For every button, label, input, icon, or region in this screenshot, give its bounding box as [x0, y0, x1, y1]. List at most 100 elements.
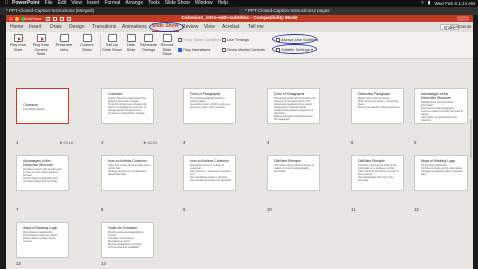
hide-slide-button[interactable]: Hide Slide [123, 34, 139, 52]
save-icon[interactable] [53, 16, 57, 21]
show-media-controls-label: Show Media Controls [227, 47, 266, 52]
slide-thumbnail-12[interactable]: Ways of Marking Logic Continuous relatio… [414, 155, 468, 191]
set-up-slide-show-button[interactable]: Set Up Slide Show [102, 34, 122, 52]
slide-bullet: Improve flow and readability [108, 246, 140, 249]
slide-thumbnail-10[interactable]: Old/New Principle Information that is al… [267, 155, 320, 191]
custom-show-label: Custom Show [80, 42, 94, 52]
menu-view[interactable]: View [71, 0, 82, 7]
slide-thumbnail-14[interactable]: Goals for Cohesion Rewrite sentence/para… [101, 222, 154, 258]
play-narrations-checkbox[interactable]: Play Narrations [178, 47, 210, 52]
slide-number: 3 [183, 140, 186, 145]
setup-icon [107, 34, 117, 42]
tab-animations[interactable]: Animations [122, 22, 147, 32]
menu-help[interactable]: Help [218, 0, 228, 7]
slide-bullet: New information after that in the senten… [358, 176, 394, 182]
slide-thumbnail-2[interactable]: Cohesion Goal to help the readers follow… [101, 88, 154, 124]
background-window-right-title: * PPT-Closed-Caption-Instructions2 pages [245, 8, 330, 13]
presenter-view-label: Presenter View [55, 42, 73, 52]
set-up-slide-show-label: Set Up Slide Show [102, 42, 122, 52]
slide-title: Cohesion [108, 92, 123, 96]
play-from-start-button[interactable]: Play from Start [8, 34, 28, 52]
slide-thumbnail-5[interactable]: Deductive Paragraph Begins with a topic … [351, 88, 404, 124]
battery-icon[interactable]: ▮ [428, 0, 431, 7]
tab-draw[interactable]: Draw [50, 22, 62, 32]
window-title-bar: AutoSave Cohesion_intro-with-subtitles -… [6, 15, 473, 22]
slide-bullet: Contiguous material relate in opposite w… [421, 170, 463, 176]
powerpoint-window: AutoSave Cohesion_intro-with-subtitles -… [6, 15, 473, 269]
menu-insert[interactable]: Insert [87, 0, 100, 7]
slide-title: Old/New Principle [274, 159, 301, 163]
background-window-left-title: * PPT-Closed-Caption-Instructions (Merge… [6, 8, 95, 13]
tab-review[interactable]: Review [182, 22, 198, 32]
menu-clock[interactable]: Wed Feb 6 1:14 AM [434, 0, 475, 7]
slide-title: How to Achieve Cohesion [108, 159, 147, 163]
presenter-view-button[interactable]: Presenter View [54, 34, 74, 52]
hide-slide-icon [126, 34, 136, 42]
menu-file[interactable]: File [45, 0, 53, 7]
mac-menu-bar:  PowerPoint File Edit View Insert Forma… [0, 0, 478, 7]
autosave-toggle[interactable]: AutoSave [24, 15, 41, 22]
slide-timing: ★ 00:16 [59, 141, 73, 145]
slide-sorter: Cohesion Trina Wright Teaghtn 1 ★ 00:16 … [6, 59, 473, 269]
title-search-icon[interactable] [457, 16, 469, 21]
tab-design[interactable]: Design [69, 22, 85, 32]
slide-thumbnail-7[interactable]: Advantages of the Deductive Structure Pr… [16, 155, 69, 191]
menu-edit[interactable]: Edit [58, 0, 67, 7]
hide-slide-label: Hide Slide [126, 42, 136, 52]
menu-arrange[interactable]: Arrange [125, 0, 143, 7]
play-from-current-slide-button[interactable]: Play from Current Slide [30, 34, 52, 57]
close-window-button[interactable] [9, 16, 13, 21]
menu-tools[interactable]: Tools [148, 0, 160, 7]
record-icon [162, 34, 172, 42]
menu-window[interactable]: Window [195, 0, 213, 7]
menu-app-name[interactable]: PowerPoint [12, 0, 40, 7]
wifi-icon[interactable]: ▿ [421, 0, 424, 7]
keep-slides-updated-label: Keep Slides Updated [183, 37, 221, 42]
slide-thumbnail-3[interactable]: Form of Paragraphs The typical paragraph… [183, 88, 236, 124]
menu-slide-show[interactable]: Slide Show [165, 0, 190, 7]
tab-home[interactable]: Home [10, 22, 23, 32]
use-timings-checkbox[interactable]: Use Timings [222, 37, 249, 42]
tab-insert[interactable]: Insert [29, 22, 42, 32]
tab-acrobat[interactable]: Acrobat [222, 22, 239, 32]
menu-format[interactable]: Format [104, 0, 120, 7]
slide-number: 13 [16, 261, 21, 266]
slide-timing-value: 00:04 [147, 141, 157, 145]
slide-title: How to Achieve Cohesion [190, 159, 229, 163]
rehearse-timings-button[interactable]: Rehearse Timings [140, 34, 157, 52]
background-window-left[interactable]: * PPT-Closed-Caption-Instructions (Merge… [0, 7, 239, 15]
background-window-right[interactable]: * PPT-Closed-Caption-Instructions2 pages [239, 7, 478, 15]
slide-number: 8 [101, 207, 104, 212]
record-slide-show-label: Record Slide Show [160, 42, 174, 56]
slide-title: Deductive Paragraph [358, 92, 390, 96]
slide-thumbnail-9[interactable]: How to Achieve Cohesion Repeat key terms… [183, 155, 236, 191]
slide-thumbnail-4[interactable]: Form of Paragraphs Supporting details ac… [267, 88, 320, 124]
presenter-view-icon [59, 34, 69, 42]
apple-menu-icon[interactable]:  [4, 0, 9, 7]
slide-subtitle: Trina Wright Teaghtn [23, 108, 46, 111]
keep-slides-updated-checkbox[interactable]: Keep Slides Updated [178, 37, 221, 42]
slide-title: Ways of Marking Logic [23, 226, 58, 230]
redo-icon[interactable] [67, 16, 71, 21]
slide-thumbnail-13[interactable]: Ways of Marking Logic Discontinuous rela… [16, 222, 69, 258]
slide-thumbnail-6[interactable]: Advantages of the Deductive Structure Hi… [414, 88, 468, 124]
tab-tell-me[interactable]: Tell me [248, 22, 264, 32]
sorter-scrollbar[interactable] [469, 119, 472, 159]
tab-view[interactable]: View [204, 22, 215, 32]
minimize-window-button[interactable] [15, 16, 19, 21]
tab-transitions[interactable]: Transitions [92, 22, 116, 32]
slide-thumbnail-8[interactable]: How to Achieve Cohesion Open with a topi… [101, 155, 154, 191]
comments-button[interactable]: Comments [450, 24, 471, 30]
slide-number: 5 [351, 140, 354, 145]
show-media-controls-checkbox[interactable]: Show Media Controls [222, 47, 265, 52]
slide-title: Advantages of the Deductive Structure [23, 159, 53, 167]
slide-bullet: Information that is already known as rea… [274, 164, 315, 173]
custom-show-button[interactable]: Custom Show [77, 34, 97, 52]
slide-bullet: Referenced grammatical devices in the pa… [274, 115, 314, 121]
record-slide-show-button[interactable]: Record Slide Show [158, 34, 176, 57]
undo-icon[interactable] [60, 16, 64, 21]
home-icon[interactable] [46, 16, 50, 21]
slide-thumbnail-1[interactable]: Cohesion Trina Wright Teaghtn [16, 88, 69, 124]
slide-thumbnail-11[interactable]: Old/New Principle Therefore, arrange the… [351, 155, 404, 191]
slide-bullet: Arrange sentences in a logical and disce… [108, 170, 147, 176]
